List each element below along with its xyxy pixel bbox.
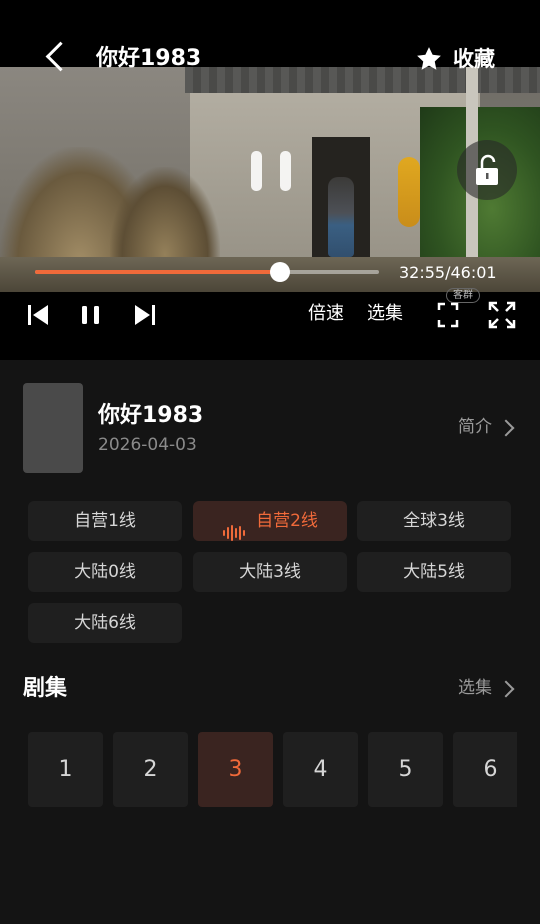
show-date: 2026-04-03: [98, 435, 197, 455]
line-button-6[interactable]: 大陆5线: [357, 552, 511, 592]
star-icon[interactable]: [414, 44, 444, 74]
time-display: 32:55/46:01: [399, 263, 497, 282]
favorite-button[interactable]: 收藏: [453, 44, 495, 74]
line-button-1[interactable]: 自营1线: [28, 501, 182, 541]
show-title: 你好1983: [98, 403, 204, 428]
line-button-5[interactable]: 大陆3线: [193, 552, 347, 592]
episode-item[interactable]: 4: [283, 732, 358, 807]
intro-link[interactable]: 简介: [458, 415, 492, 439]
episode-list: 1 2 3 4 5 6: [28, 732, 517, 807]
progress-bar[interactable]: [35, 262, 379, 282]
line-button-3[interactable]: 全球3线: [357, 501, 511, 541]
skip-previous-icon[interactable]: [26, 300, 50, 330]
chevron-right-icon[interactable]: [497, 680, 515, 698]
episode-item-active[interactable]: 3: [198, 732, 273, 807]
pause-icon[interactable]: [251, 151, 291, 191]
fullscreen-icon[interactable]: [436, 300, 460, 330]
episodes-heading: 剧集: [23, 676, 68, 701]
unlock-icon: [476, 154, 498, 185]
episodes-select-link[interactable]: 选集: [458, 676, 492, 700]
lock-button[interactable]: [457, 140, 517, 200]
progress-fill: [35, 270, 281, 274]
episode-item[interactable]: 6: [453, 732, 517, 807]
skip-next-icon[interactable]: [133, 300, 157, 330]
line-button-7[interactable]: 大陆6线: [28, 603, 182, 643]
expand-icon[interactable]: [487, 300, 517, 330]
pause-button-icon[interactable]: [80, 300, 102, 330]
line-button-4[interactable]: 大陆0线: [28, 552, 182, 592]
episode-item[interactable]: 2: [113, 732, 188, 807]
episodes-button[interactable]: 选集: [367, 302, 403, 326]
line-button-2[interactable]: 自营2线: [193, 501, 347, 541]
episode-item[interactable]: 1: [28, 732, 103, 807]
video-title: 你好1983: [96, 46, 202, 71]
sound-wave-icon: [222, 513, 246, 541]
speed-button[interactable]: 倍速: [308, 302, 344, 326]
video-player[interactable]: 你好1983 收藏 32:55/46:01 倍速 选集 客群: [0, 0, 540, 360]
episode-item[interactable]: 5: [368, 732, 443, 807]
chevron-right-icon[interactable]: [497, 419, 515, 437]
poster-thumbnail: [23, 383, 83, 473]
